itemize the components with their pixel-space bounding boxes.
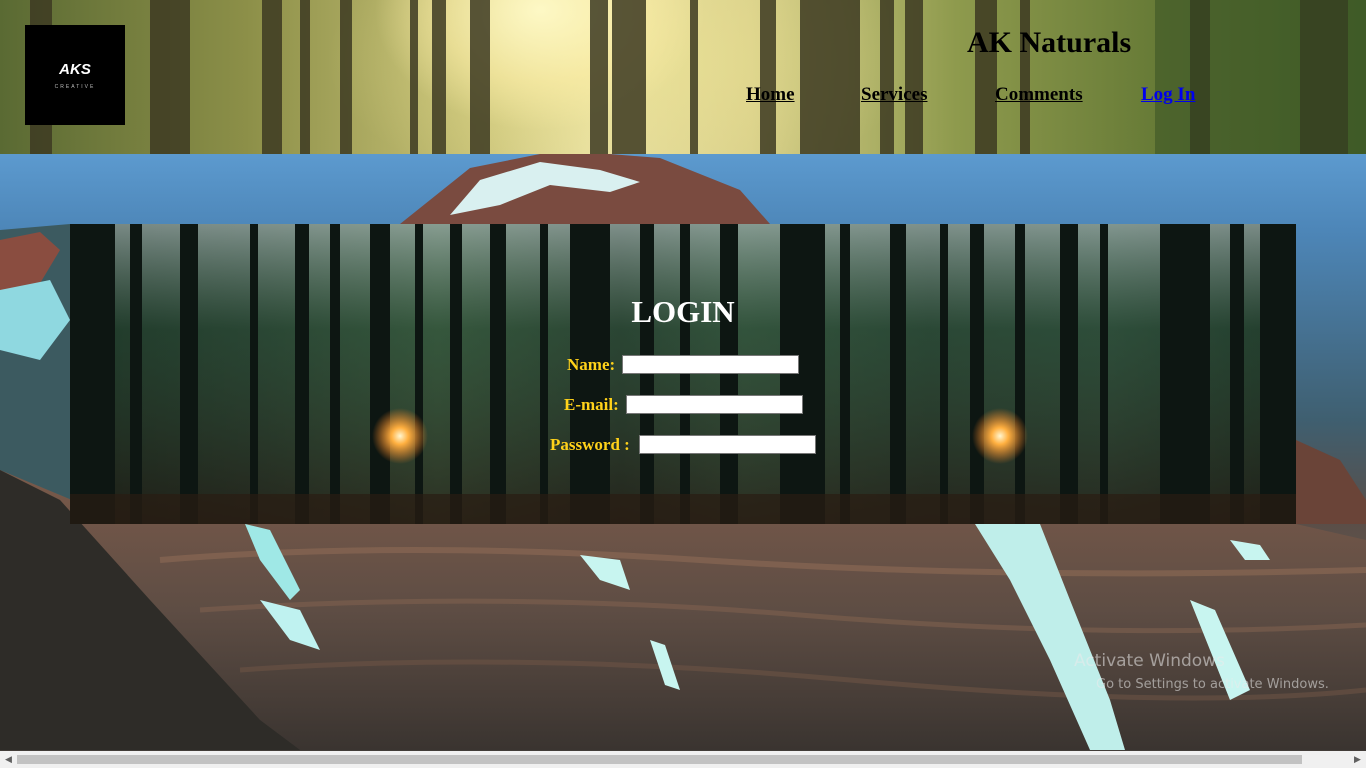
forest-panel-image	[70, 224, 1296, 524]
email-field[interactable]	[626, 395, 803, 414]
password-label: Password :	[550, 435, 630, 454]
horizontal-scrollbar[interactable]: ◀ ▶	[0, 751, 1366, 768]
activate-windows-subtitle: Go to Settings to activate Windows.	[1096, 677, 1329, 692]
nav-home-link[interactable]: Home	[746, 84, 795, 106]
scrollbar-thumb[interactable]	[17, 755, 1302, 764]
site-logo[interactable]: AKS CREATIVE	[25, 25, 125, 125]
scroll-left-arrow-icon[interactable]: ◀	[0, 751, 17, 768]
password-field[interactable]	[639, 435, 816, 454]
nav-comments-link[interactable]: Comments	[995, 84, 1083, 106]
site-title: AK Naturals	[967, 26, 1132, 59]
nav-services-link[interactable]: Services	[861, 84, 927, 106]
name-label: Name:	[567, 355, 616, 374]
name-field[interactable]	[622, 355, 799, 374]
email-label: E-mail:	[564, 395, 619, 414]
logo-subtext: CREATIVE	[54, 83, 96, 90]
site-header: AKS CREATIVE AK Naturals Home Services C…	[0, 0, 1366, 154]
login-panel: LOGIN Name: E-mail: Password :	[70, 224, 1296, 524]
login-title: LOGIN	[631, 294, 735, 329]
logo-mark: AKS	[59, 60, 91, 78]
scroll-right-arrow-icon[interactable]: ▶	[1349, 751, 1366, 768]
nav-login-link[interactable]: Log In	[1141, 84, 1195, 106]
forest-header-image	[30, 0, 1366, 154]
activate-windows-title: Activate Windows	[1074, 651, 1225, 671]
